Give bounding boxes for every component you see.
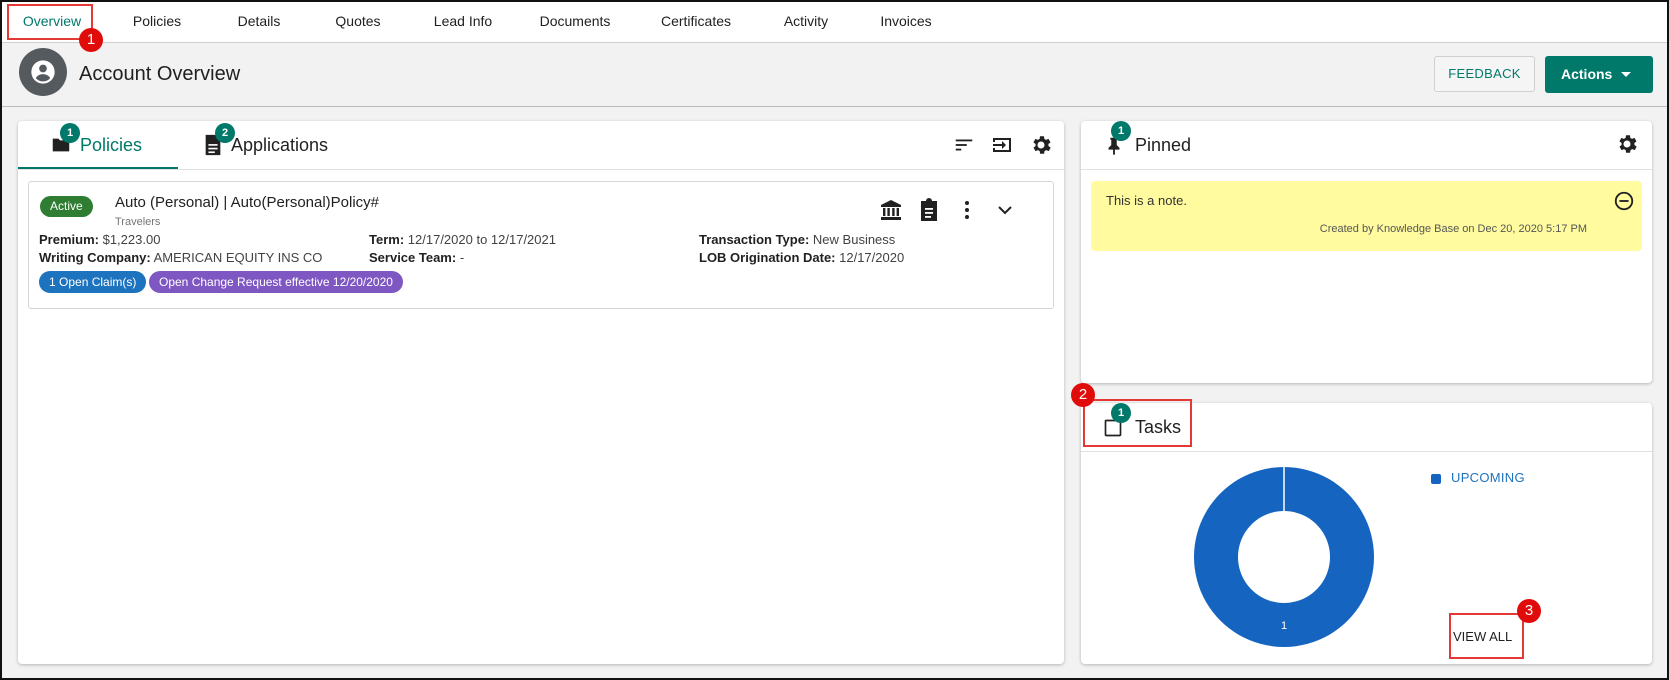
term-value: 12/17/2020 to 12/17/2021 [407,232,556,247]
service-team-field: Service Team: - [369,250,464,265]
legend-upcoming[interactable]: UPCOMING [1451,470,1525,485]
applications-count-badge: 2 [215,123,235,143]
clipboard-button[interactable] [917,198,941,222]
page-header: Account Overview FEEDBACK Actions [2,43,1667,107]
subtab-applications-label: Applications [231,134,329,155]
policy-row[interactable]: Active Auto (Personal) | Auto(Personal)P… [28,181,1054,309]
term-label: Term: [369,232,405,247]
policies-count-badge: 1 [60,123,80,143]
annotation-badge-1: 1 [79,28,103,52]
export-button[interactable] [990,133,1014,157]
open-claims-chip[interactable]: 1 Open Claim(s) [39,271,147,293]
gear-icon [1619,135,1637,153]
remove-circle-icon [1614,191,1634,211]
service-team-label: Service Team: [369,250,457,265]
tab-activity[interactable]: Activity [771,2,841,40]
transaction-type-label: Transaction Type: [699,232,810,247]
writing-company-label: Writing Company: [39,250,151,265]
more-vert-icon [965,201,969,219]
pinned-panel: 1 Pinned This is a note. Created by Know… [1081,121,1652,383]
panel-divider [18,169,1064,170]
account-circle-icon [31,60,55,84]
expand-button[interactable] [993,198,1017,222]
pinned-divider [1081,169,1652,170]
bank-button[interactable] [879,198,903,222]
writing-company-value: AMERICAN EQUITY INS CO [153,250,323,265]
more-options-button[interactable] [955,198,979,222]
legend-swatch-upcoming [1431,474,1441,484]
actions-button[interactable]: Actions [1545,56,1653,93]
tasks-count-badge: 1 [1111,403,1131,423]
lob-origination-value: 12/17/2020 [839,250,905,265]
lob-origination-field: LOB Origination Date: 12/17/2020 [699,250,904,265]
tasks-panel: 1 Tasks 1 UPCOMING VIEW ALL [1081,403,1652,664]
input-icon [993,138,1011,152]
policy-title[interactable]: Auto (Personal) | Auto(Personal)Policy# [115,194,379,211]
policy-carrier: Travelers [115,216,161,228]
pinned-title: Pinned [1135,135,1192,155]
pinned-count-badge: 1 [1111,121,1131,141]
policies-panel: Policies 1 Applications 2 Active Auto (P… [18,121,1064,664]
top-tab-bar: Overview Policies Details Quotes Lead In… [2,2,1667,43]
tasks-divider [1081,451,1652,452]
annotation-badge-3: 3 [1517,599,1541,623]
view-all-button[interactable]: VIEW ALL [1453,629,1512,644]
pinned-note[interactable]: This is a note. Created by Knowledge Bas… [1091,181,1642,251]
tab-quotes[interactable]: Quotes [323,2,393,40]
tab-lead-info[interactable]: Lead Info [422,2,504,40]
chevron-down-icon [998,206,1012,215]
unpin-note-button[interactable] [1612,189,1636,213]
pinned-settings-button[interactable] [1615,132,1639,156]
clipboard-icon [921,198,937,221]
avatar [19,48,67,96]
actions-label: Actions [1561,66,1613,82]
bank-icon [881,200,901,220]
tab-invoices[interactable]: Invoices [870,2,942,40]
app-window: Overview Policies Details Quotes Lead In… [0,0,1669,680]
subtab-policies-label: Policies [80,134,143,155]
sort-button[interactable] [952,133,976,157]
feedback-button[interactable]: FEEDBACK [1434,56,1535,92]
caret-down-icon [1621,72,1631,77]
premium-field: Premium: $1,223.00 [39,232,160,247]
tasks-title: Tasks [1135,417,1182,437]
lob-origination-label: LOB Origination Date: [699,250,836,265]
change-request-chip[interactable]: Open Change Request effective 12/20/2020 [149,271,403,293]
transaction-type-value: New Business [812,232,896,247]
donut-value-label: 1 [1281,620,1287,632]
tasks-donut-chart: 1 [1194,467,1374,647]
transaction-type-field: Transaction Type: New Business [699,232,895,247]
note-meta: Created by Knowledge Base on Dec 20, 202… [1319,223,1587,235]
premium-label: Premium: [39,232,99,247]
annotation-badge-2: 2 [1071,383,1095,407]
tab-documents[interactable]: Documents [530,2,620,40]
status-badge: Active [40,196,93,217]
tab-policies[interactable]: Policies [115,2,199,40]
sort-icon [955,139,973,151]
writing-company-field: Writing Company: AMERICAN EQUITY INS CO [39,250,322,265]
policies-settings-button[interactable] [1029,133,1053,157]
service-team-value: - [459,250,465,265]
tab-details[interactable]: Details [224,2,294,40]
page-title: Account Overview [79,63,241,85]
premium-value: $1,223.00 [102,232,161,247]
term-field: Term: 12/17/2020 to 12/17/2021 [369,232,556,247]
tab-overview[interactable]: Overview [14,2,90,40]
gear-icon [1033,136,1051,154]
note-text: This is a note. [1106,193,1187,208]
tab-certificates[interactable]: Certificates [650,2,742,40]
